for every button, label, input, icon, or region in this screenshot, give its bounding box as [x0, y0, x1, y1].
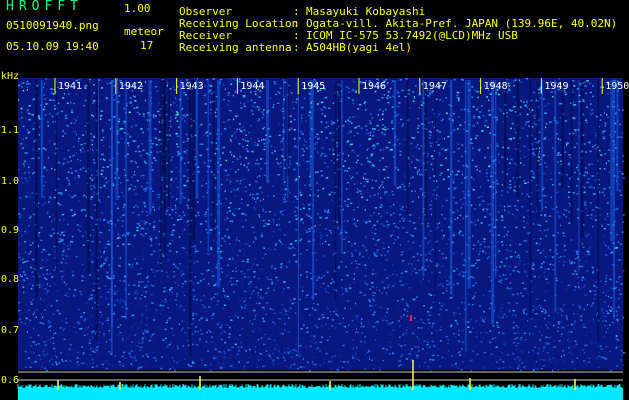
frequency-tick-label: 0.8 [1, 274, 19, 285]
antenna-label: Receiving antenna [179, 41, 292, 54]
minute-tick-label: 1942 [119, 81, 143, 92]
datetime: 05.10.09 19:40 [6, 40, 99, 53]
app-version: 1.00 [124, 2, 151, 15]
minute-tick-label: 1947 [423, 81, 447, 92]
spectrogram-noise [18, 78, 625, 372]
minute-tick-label: 1946 [362, 81, 386, 92]
minute-tick-label: 1945 [301, 81, 325, 92]
frequency-tick-label: 0.7 [1, 325, 19, 336]
minute-tick-label: 1943 [180, 81, 204, 92]
minute-tick-label: 1948 [484, 81, 508, 92]
meteor-label: meteor [124, 25, 164, 38]
frequency-unit: kHz [1, 71, 19, 82]
spectrogram: kHz 1.1 1.0 0.9 0.8 0.7 0.6 1941 1942 1943 1944 19… [0, 70, 629, 400]
frequency-tick-label: 1.0 [1, 176, 19, 187]
minute-tick-label: 1950 [605, 81, 629, 92]
frequency-tick-label: 0.6 [1, 375, 19, 386]
antenna-value: A504HB(yagi 4el) [306, 41, 412, 54]
file-name: 0510091940.png [6, 19, 99, 32]
minute-tick-label: 1949 [544, 81, 568, 92]
frequency-tick-label: 1.1 [1, 125, 19, 136]
antenna-sep: : [293, 41, 300, 54]
meteor-count: 17 [140, 39, 154, 52]
minute-tick-label: 1941 [58, 81, 82, 92]
minute-tick-label: 1944 [240, 81, 264, 92]
app-title: HROFFT [6, 0, 83, 14]
frequency-tick-label: 0.9 [1, 225, 19, 236]
